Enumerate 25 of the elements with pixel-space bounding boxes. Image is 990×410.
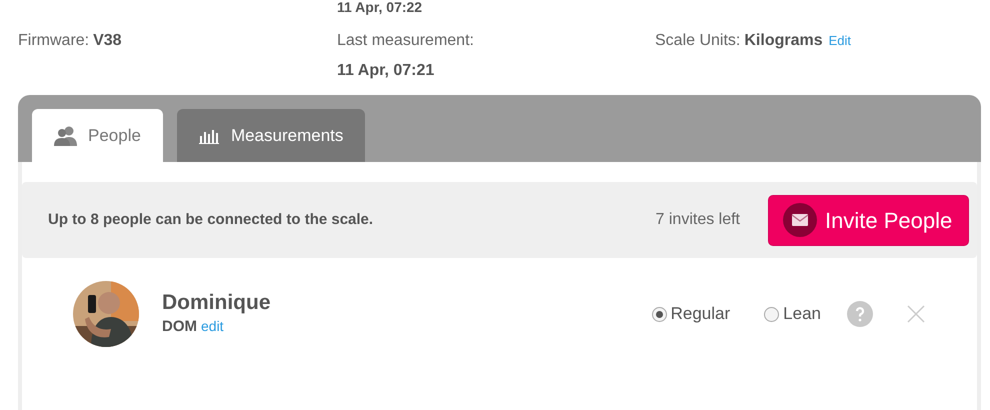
people-icon — [54, 126, 78, 146]
person-name: Dominique — [162, 290, 272, 316]
measurement-time: 11 Apr, 07:22 — [337, 0, 422, 14]
tab[interactable]: Measurements — [176, 109, 366, 162]
info-value: Kilograms — [744, 31, 823, 51]
person-initials: DOM — [162, 316, 197, 337]
info-value: 11 Apr, 07:21 — [337, 61, 436, 81]
close-icon[interactable] — [907, 305, 925, 323]
radio-button[interactable] — [764, 306, 780, 322]
envelope-icon — [783, 203, 817, 237]
info-label: Scale Units: — [655, 31, 740, 51]
tab[interactable]: People — [32, 109, 163, 162]
radio-option[interactable]: Lean — [764, 301, 821, 327]
edit-link[interactable]: edit — [201, 316, 224, 337]
info-value: V38 — [93, 31, 122, 51]
scale-capacity-message: Up to 8 people can be connected to the scale. — [48, 210, 374, 230]
info-label: Firmware: — [18, 31, 90, 51]
invites-left-count: 7 invites left — [656, 210, 740, 230]
help-icon[interactable] — [847, 301, 873, 327]
info-label: Last measurement: — [337, 31, 474, 51]
radio-option[interactable]: Regular — [652, 301, 730, 327]
bar-chart-icon — [198, 128, 221, 144]
radio-button[interactable] — [652, 306, 667, 322]
invite-people-button[interactable]: Invite People — [768, 194, 969, 246]
edit-link[interactable]: Edit — [828, 31, 852, 50]
